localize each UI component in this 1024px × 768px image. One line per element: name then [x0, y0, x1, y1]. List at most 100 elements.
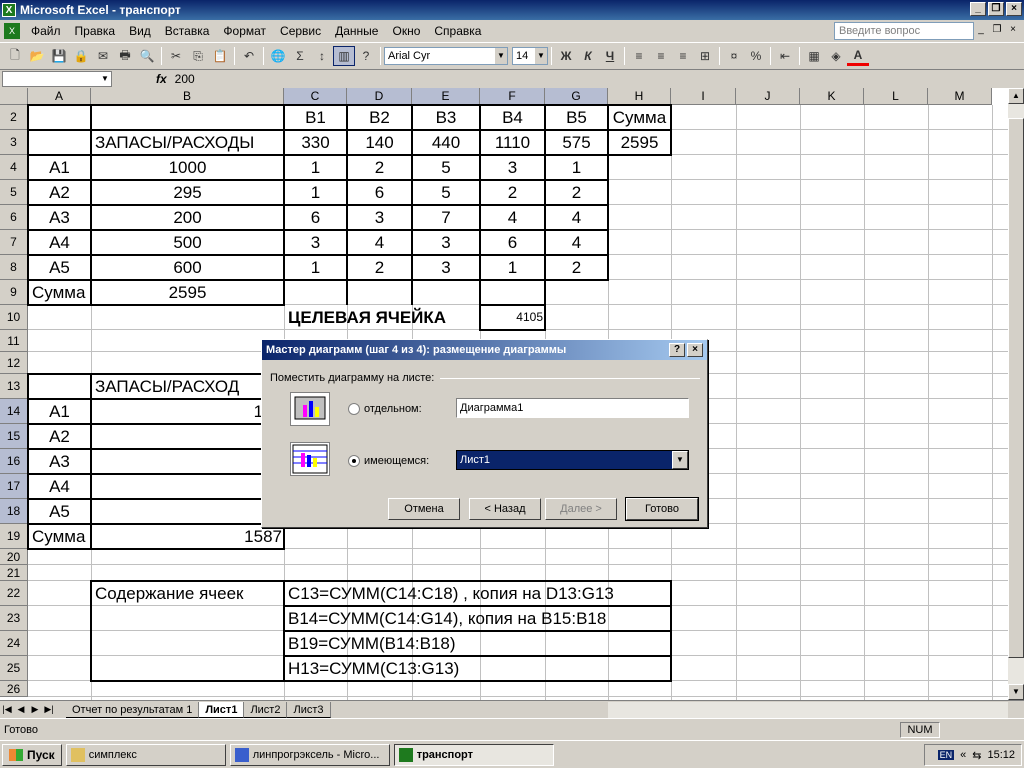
language-indicator[interactable]: EN	[937, 750, 955, 760]
excel-app-icon[interactable]: X	[2, 3, 16, 17]
cell-d7[interactable]: 4	[347, 230, 412, 255]
cell-f7[interactable]: 6	[480, 230, 545, 255]
row-header-20[interactable]: 20	[0, 549, 28, 565]
cell-b3[interactable]: ЗАПАСЫ/РАСХОДЫ	[91, 130, 284, 155]
restore-button[interactable]: ❐	[988, 2, 1004, 16]
row-header-6[interactable]: 6	[0, 205, 28, 230]
open-icon[interactable]: 📂	[26, 46, 48, 66]
cell-e2[interactable]: B3	[412, 105, 480, 130]
cell-e5[interactable]: 5	[412, 180, 480, 205]
menu-view[interactable]: Вид	[122, 24, 158, 38]
row-header-2[interactable]: 2	[0, 105, 28, 130]
minimize-button[interactable]: _	[970, 2, 986, 16]
column-header-l[interactable]: L	[864, 88, 928, 105]
align-left-icon[interactable]: ≡	[628, 46, 650, 66]
row-header-21[interactable]: 21	[0, 565, 28, 581]
cell-c7[interactable]: 3	[284, 230, 347, 255]
scroll-thumb[interactable]	[1008, 118, 1024, 658]
cell-d5[interactable]: 6	[347, 180, 412, 205]
italic-icon[interactable]: К	[577, 46, 599, 66]
print-icon[interactable]: 🖶	[114, 46, 136, 66]
cell-b16[interactable]: 20	[91, 449, 284, 474]
task-excel[interactable]: транспорт	[393, 743, 554, 766]
cell-h2[interactable]: Сумма	[608, 105, 671, 130]
menu-tools[interactable]: Сервис	[273, 24, 328, 38]
permission-icon[interactable]: 🔒	[70, 46, 92, 66]
cell-c5[interactable]: 1	[284, 180, 347, 205]
column-header-g[interactable]: G	[545, 88, 608, 105]
cell-c24[interactable]: B19=СУММ(B14:B18)	[284, 631, 671, 656]
cell-a15[interactable]: A2	[28, 424, 91, 449]
cell-c3[interactable]: 330	[284, 130, 347, 155]
column-header-c[interactable]: C	[284, 88, 347, 105]
cell-b18[interactable]: 21	[91, 499, 284, 524]
align-center-icon[interactable]: ≡	[650, 46, 672, 66]
cell-b22[interactable]: Содержание ячеек	[91, 581, 284, 606]
row-header-16[interactable]: 16	[0, 449, 28, 474]
tab-next-icon[interactable]: ▶	[28, 704, 42, 715]
cell-d2[interactable]: B2	[347, 105, 412, 130]
cell-g7[interactable]: 4	[545, 230, 608, 255]
tab-first-icon[interactable]: |◀	[0, 704, 14, 715]
cell-d6[interactable]: 3	[347, 205, 412, 230]
cell-a8[interactable]: A5	[28, 255, 91, 280]
fill-color-icon[interactable]: ◈	[825, 46, 847, 66]
tab-last-icon[interactable]: ▶|	[42, 704, 56, 715]
cell-g5[interactable]: 2	[545, 180, 608, 205]
doc-close-button[interactable]: ×	[1006, 23, 1020, 37]
merge-center-icon[interactable]: ⊞	[694, 46, 716, 66]
scroll-down-icon[interactable]: ▼	[1008, 684, 1024, 700]
menu-data[interactable]: Данные	[328, 24, 385, 38]
cell-h3[interactable]: 2595	[608, 130, 671, 155]
column-header-h[interactable]: H	[608, 88, 671, 105]
cell-e4[interactable]: 5	[412, 155, 480, 180]
cell-d8[interactable]: 2	[347, 255, 412, 280]
cell-a16[interactable]: A3	[28, 449, 91, 474]
row-header-15[interactable]: 15	[0, 424, 28, 449]
row-header-10[interactable]: 10	[0, 305, 28, 330]
cell-a4[interactable]: A1	[28, 155, 91, 180]
cell-c22[interactable]: C13=СУММ(C14:C18) , копия на D13:G13	[284, 581, 671, 606]
font-size-select[interactable]: 14 ▼	[512, 47, 548, 65]
cell-a18[interactable]: A5	[28, 499, 91, 524]
row-header-25[interactable]: 25	[0, 656, 28, 681]
tab-sheet1[interactable]: Лист1	[199, 701, 245, 718]
column-header-b[interactable]: B	[91, 88, 284, 105]
task-word[interactable]: линпрогрэксель - Micro...	[229, 743, 390, 766]
cell-a6[interactable]: A3	[28, 205, 91, 230]
column-header-m[interactable]: M	[928, 88, 992, 105]
doc-restore-button[interactable]: ❐	[990, 23, 1004, 37]
cell-b7[interactable]: 500	[91, 230, 284, 255]
help-icon[interactable]: ?	[355, 46, 377, 66]
tab-sheet3[interactable]: Лист3	[287, 701, 331, 718]
new-sheet-name-input[interactable]: Диаграмма1	[456, 398, 689, 418]
cell-f2[interactable]: B4	[480, 105, 545, 130]
column-header-d[interactable]: D	[347, 88, 412, 105]
row-header-12[interactable]: 12	[0, 352, 28, 374]
underline-icon[interactable]: Ч	[599, 46, 621, 66]
cell-c8[interactable]: 1	[284, 255, 347, 280]
menu-window[interactable]: Окно	[385, 24, 427, 38]
bold-icon[interactable]: Ж	[555, 46, 577, 66]
cell-b6[interactable]: 200	[91, 205, 284, 230]
copy-icon[interactable]: ⎘	[187, 46, 209, 66]
font-color-icon[interactable]: A	[847, 46, 869, 66]
save-icon[interactable]: 💾	[48, 46, 70, 66]
font-name-select[interactable]: Arial Cyr ▼	[384, 47, 508, 65]
close-button[interactable]: ×	[1006, 2, 1022, 16]
cell-a9[interactable]: Сумма	[28, 280, 91, 305]
cell-b4[interactable]: 1000	[91, 155, 284, 180]
cell-c4[interactable]: 1	[284, 155, 347, 180]
formula-input[interactable]: 200	[175, 72, 195, 86]
vertical-scrollbar[interactable]: ▲ ▼	[1008, 88, 1024, 700]
cell-a14[interactable]: A1	[28, 399, 91, 424]
row-header-14[interactable]: 14	[0, 399, 28, 424]
cell-f10[interactable]: 4105	[480, 305, 545, 330]
cell-a7[interactable]: A4	[28, 230, 91, 255]
menu-edit[interactable]: Правка	[68, 24, 123, 38]
row-header-17[interactable]: 17	[0, 474, 28, 499]
cell-b13[interactable]: ЗАПАСЫ/РАСХОД	[91, 374, 284, 399]
undo-icon[interactable]: ↶	[238, 46, 260, 66]
currency-icon[interactable]: ¤	[723, 46, 745, 66]
percent-icon[interactable]: %	[745, 46, 767, 66]
